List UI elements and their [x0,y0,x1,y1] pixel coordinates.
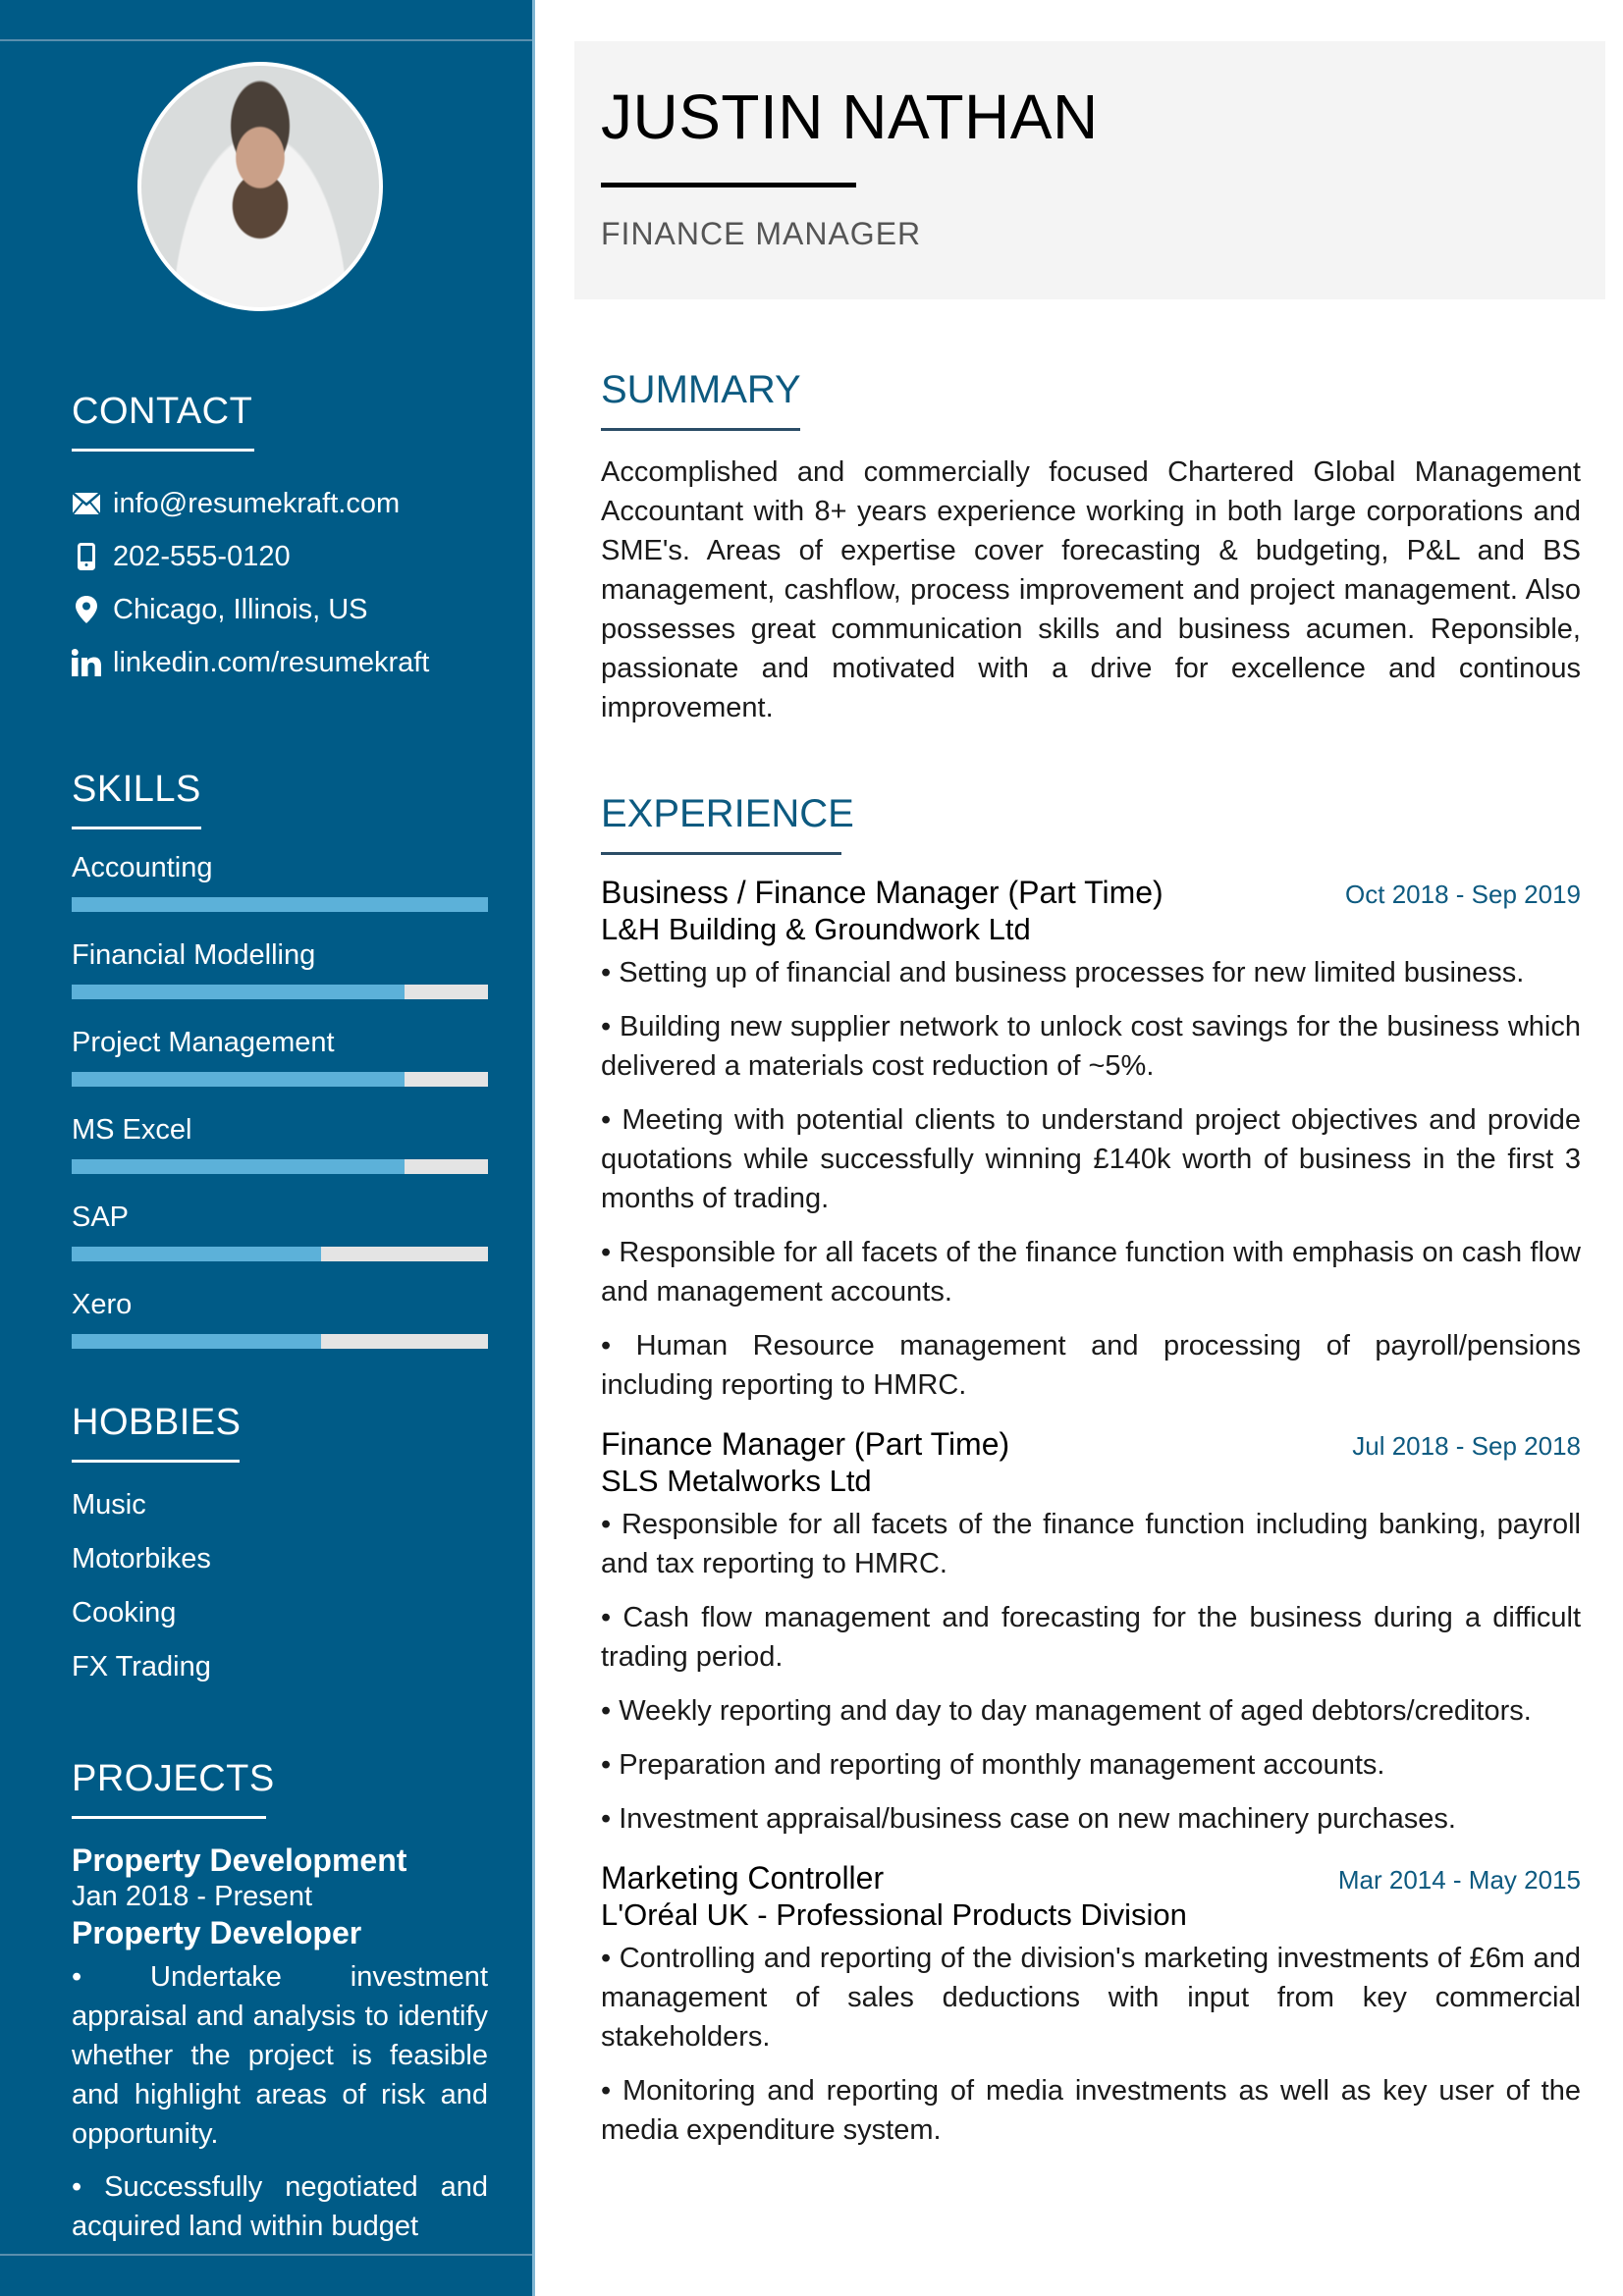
job-bullet: • Responsible for all facets of the fina… [601,1509,1581,1579]
skill-item: SAP [72,1196,488,1261]
job-bullet: • Monitoring and reporting of media inve… [601,2075,1581,2146]
skill-item: Accounting [72,846,488,912]
experience-section: EXPERIENCE Business / Finance Manager (P… [601,791,1581,2150]
projects-title: PROJECTS [72,1758,275,1799]
job-entry: Marketing Controller Mar 2014 - May 2015… [601,1860,1581,2150]
summary-text: Accomplished and commercially focused Ch… [601,456,1581,723]
skill-bar-fill [72,1159,406,1174]
job-title: Business / Finance Manager (Part Time) [601,875,1163,910]
skills-title: SKILLS [72,769,201,810]
job-bullet: • Controlling and reporting of the divis… [601,1943,1581,2053]
contact-linkedin-text: linkedin.com/resumekraft [113,646,430,678]
skill-bar [72,1247,488,1261]
sidebar-top-divider [0,39,532,41]
job-entry: Business / Finance Manager (Part Time) O… [601,875,1581,1405]
sidebar: CONTACT info@resumekraft.com 202-555-012… [0,0,535,2296]
contact-email-text: info@resumekraft.com [113,487,401,519]
job-bullet: • Human Resource management and processi… [601,1330,1581,1401]
envelope-icon [72,489,101,518]
skill-label: Project Management [72,1027,335,1058]
contact-section: CONTACT info@resumekraft.com 202-555-012… [72,390,488,689]
skill-item: Project Management [72,1021,488,1087]
skill-label: MS Excel [72,1114,192,1146]
contact-title: CONTACT [72,391,253,432]
project-role: Property Developer [72,1915,362,1950]
summary-section: SUMMARY Accomplished and commercially fo… [601,367,1581,756]
job-date: Mar 2014 - May 2015 [1337,1865,1581,1895]
candidate-name: JUSTIN NATHAN [601,81,1099,152]
summary-title: SUMMARY [601,368,801,411]
job-bullet: • Preparation and reporting of monthly m… [601,1749,1385,1781]
job-bullet: • Cash flow management and forecasting f… [601,1602,1581,1673]
hobby-item: FX Trading [72,1651,211,1682]
skill-bar-fill [72,1247,322,1261]
contact-email[interactable]: info@resumekraft.com [72,477,488,530]
map-pin-icon [72,595,101,624]
skills-list: Accounting Financial Modelling Project M… [72,846,488,1349]
skill-bar-fill [72,897,488,912]
candidate-role: FINANCE MANAGER [601,216,922,251]
skill-bar [72,1072,488,1087]
experience-title-underline [601,852,841,855]
job-company: SLS Metalworks Ltd [601,1464,872,1498]
phone-icon [72,542,101,571]
skill-bar [72,985,488,999]
job-bullet: • Weekly reporting and day to day manage… [601,1695,1532,1727]
skills-section: SKILLS Accounting Financial Modelling Pr… [72,768,488,1370]
job-bullet: • Meeting with potential clients to unde… [601,1104,1581,1214]
skill-bar [72,1334,488,1349]
projects-section: PROJECTS Property Development Jan 2018 -… [72,1757,488,2246]
hobbies-title: HOBBIES [72,1402,242,1443]
skill-bar [72,897,488,912]
skills-title-underline [72,827,201,829]
job-title: Marketing Controller [601,1860,885,1896]
contact-linkedin[interactable]: linkedin.com/resumekraft [72,636,488,689]
skill-bar-fill [72,1072,406,1087]
skill-item: Financial Modelling [72,934,488,999]
sidebar-bottom-divider [0,2254,532,2256]
skill-label: SAP [72,1201,130,1233]
job-bullet: • Setting up of financial and business p… [601,957,1525,988]
project-name: Property Development [72,1842,407,1878]
job-date: Oct 2018 - Sep 2019 [1345,880,1581,909]
summary-title-underline [601,428,800,431]
skill-item: Xero [72,1283,488,1349]
project-bullet: • Successfully negotiated and acquired l… [72,2171,488,2242]
contact-phone-text: 202-555-0120 [113,540,291,572]
skill-bar-fill [72,1334,322,1349]
job-entry: Finance Manager (Part Time) Jul 2018 - S… [601,1426,1581,1839]
project-date: Jan 2018 - Present [72,1881,313,1912]
projects-title-underline [72,1816,266,1819]
skill-bar [72,1159,488,1174]
contact-location: Chicago, Illinois, US [72,583,488,636]
project-item: Property Development Jan 2018 - Present … [72,1842,488,2246]
hobbies-section: HOBBIES Music Motorbikes Cooking FX Trad… [72,1401,488,1694]
contact-title-underline [72,449,254,452]
job-bullet: • Building new supplier network to unloc… [601,1011,1581,1082]
hobby-item: Music [72,1489,146,1521]
profile-photo [137,62,383,311]
project-bullet: • Undertake investment appraisal and ana… [72,1961,488,2150]
job-company: L&H Building & Groundwork Ltd [601,912,1031,946]
linkedin-icon [72,648,101,677]
skill-bar-fill [72,985,406,999]
contact-location-text: Chicago, Illinois, US [113,593,368,625]
skill-label: Financial Modelling [72,939,316,971]
experience-title: EXPERIENCE [601,792,854,835]
job-bullet: • Responsible for all facets of the fina… [601,1237,1581,1308]
skill-label: Xero [72,1289,133,1320]
name-underline [601,183,856,187]
skill-label: Accounting [72,852,213,883]
hobby-item: Cooking [72,1597,177,1629]
hobby-item: Motorbikes [72,1543,211,1575]
header: JUSTIN NATHAN FINANCE MANAGER [574,41,1605,299]
job-bullet: • Investment appraisal/business case on … [601,1803,1456,1835]
skill-item: MS Excel [72,1108,488,1174]
contact-phone[interactable]: 202-555-0120 [72,530,488,583]
job-date: Jul 2018 - Sep 2018 [1352,1431,1581,1461]
hobbies-title-underline [72,1460,240,1463]
job-title: Finance Manager (Part Time) [601,1426,1010,1462]
job-company: L'Oréal UK - Professional Products Divis… [601,1897,1187,1932]
